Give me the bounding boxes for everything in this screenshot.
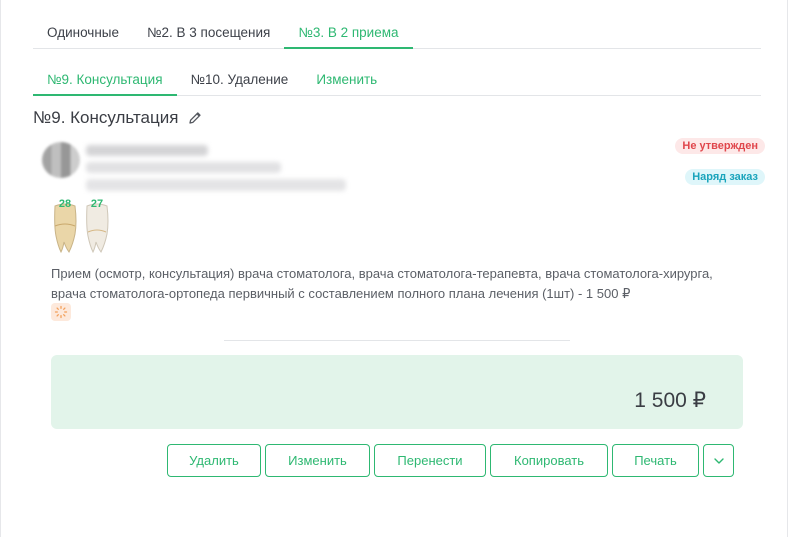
- edit-visits-link[interactable]: Изменить: [302, 64, 391, 96]
- tab-visit-removal[interactable]: №10. Удаление: [177, 64, 303, 96]
- print-options-button[interactable]: [703, 444, 734, 477]
- visit-tabs: №9. Консультация №10. Удаление Изменить: [33, 64, 761, 96]
- avatar: [42, 142, 80, 178]
- tooth-27[interactable]: 27: [84, 196, 110, 254]
- visit-heading: №9. Консультация: [33, 108, 203, 128]
- tab-single[interactable]: Одиночные: [33, 18, 133, 49]
- tooth-number: 28: [58, 198, 72, 210]
- chevron-down-icon: [713, 457, 724, 464]
- doctor-name-blurred: [86, 145, 208, 156]
- edit-button[interactable]: Изменить: [265, 444, 370, 477]
- tooth-28[interactable]: 28: [52, 196, 78, 254]
- teeth-list: 28 27: [52, 196, 110, 254]
- tooth-number: 27: [90, 198, 104, 210]
- clinic-info-blurred: [86, 179, 346, 191]
- plan-tabs: Одиночные №2. В 3 посещения №3. В 2 прие…: [33, 18, 761, 49]
- service-description: Прием (осмотр, консультация) врача стома…: [51, 266, 713, 301]
- tab-plan-2[interactable]: №2. В 3 посещения: [133, 18, 284, 49]
- action-buttons: Удалить Изменить Перенести Копировать Пе…: [167, 444, 734, 477]
- page-title: №9. Консультация: [33, 108, 179, 127]
- sun-icon: [51, 303, 71, 321]
- divider: [224, 340, 570, 341]
- tab-plan-3[interactable]: №3. В 2 приема: [284, 18, 413, 49]
- total-amount: 1 500 ₽: [634, 389, 706, 412]
- order-badge: Наряд заказ: [685, 169, 765, 185]
- copy-button[interactable]: Копировать: [490, 444, 608, 477]
- total-panel: 1 500 ₽: [51, 355, 743, 429]
- doctor-role-blurred: [86, 162, 281, 173]
- print-button[interactable]: Печать: [612, 444, 699, 477]
- status-badge: Не утвержден: [675, 138, 765, 154]
- delete-button[interactable]: Удалить: [167, 444, 261, 477]
- tab-visit-consult[interactable]: №9. Консультация: [33, 64, 177, 96]
- move-button[interactable]: Перенести: [374, 444, 486, 477]
- pencil-icon[interactable]: [187, 110, 203, 126]
